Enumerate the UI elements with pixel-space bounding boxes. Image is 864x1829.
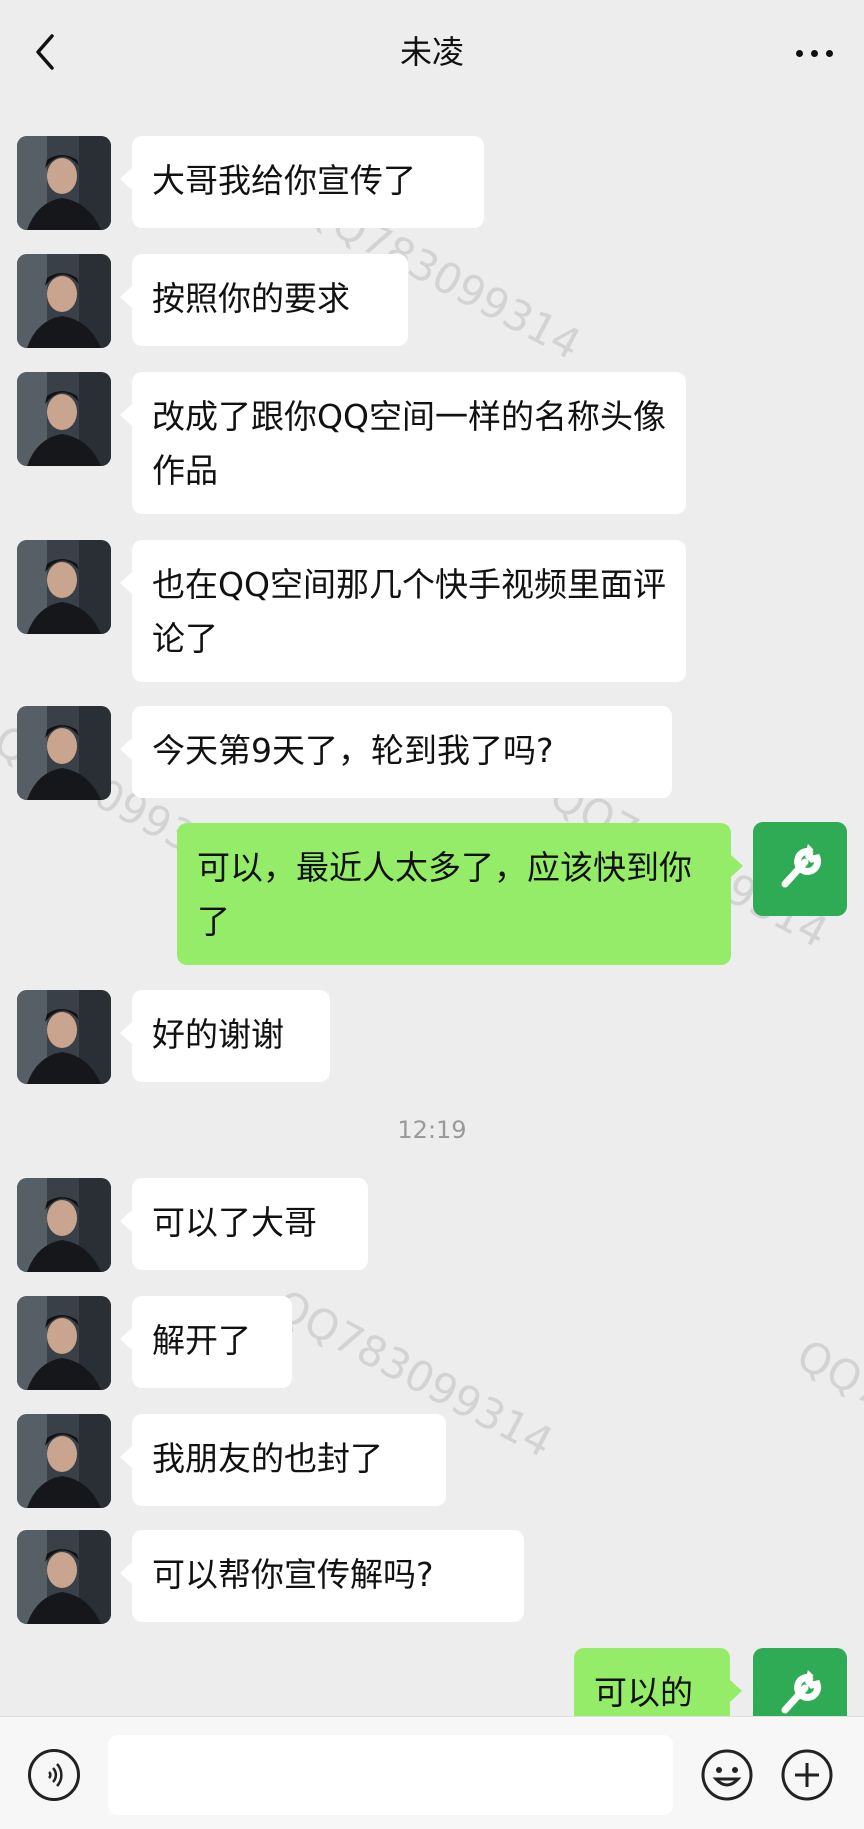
message-text: 大哥我给你宣传了	[152, 161, 416, 200]
message-bubble-incoming[interactable]: 好的谢谢	[120, 990, 330, 1082]
message-bubble-incoming[interactable]: 大哥我给你宣传了	[120, 136, 484, 228]
more-button[interactable]	[792, 36, 842, 70]
plus-button[interactable]	[779, 1747, 835, 1803]
voice-icon	[48, 1763, 63, 1787]
watermark: QQ783099314	[788, 1330, 864, 1518]
contact-avatar[interactable]	[17, 372, 111, 466]
my-avatar[interactable]	[753, 822, 847, 916]
message-bubble-incoming[interactable]: 可以了大哥	[120, 1178, 368, 1270]
wrench-icon	[781, 843, 822, 888]
contact-avatar[interactable]	[17, 1296, 111, 1390]
message-bubble-incoming[interactable]: 解开了	[120, 1296, 292, 1388]
contact-avatar[interactable]	[17, 540, 111, 634]
message-text: 可以帮你宣传解吗?	[152, 1555, 434, 1594]
contact-avatar[interactable]	[17, 706, 111, 800]
message-text: 改成了跟你QQ空间一样的名称头像作品	[152, 397, 666, 490]
more-dots-icon	[796, 50, 803, 57]
message-input[interactable]	[108, 1735, 673, 1815]
message-bubble-incoming[interactable]: 可以帮你宣传解吗?	[120, 1530, 524, 1622]
message-bubble-incoming[interactable]: 按照你的要求	[120, 254, 408, 346]
message-text: 好的谢谢	[152, 1015, 284, 1054]
message-bubble-incoming[interactable]: 也在QQ空间那几个快手视频里面评论了	[120, 540, 686, 682]
message-text: 可以的	[594, 1673, 693, 1712]
message-bubble-incoming[interactable]: 改成了跟你QQ空间一样的名称头像作品	[120, 372, 686, 514]
message-text: 可以，最近人太多了，应该快到你了	[197, 848, 692, 941]
contact-avatar[interactable]	[17, 990, 111, 1084]
chat-title: 未凌	[399, 33, 464, 71]
emoji-button[interactable]	[699, 1747, 755, 1803]
contact-avatar[interactable]	[17, 1414, 111, 1508]
plus-icon	[781, 1749, 833, 1801]
contact-avatar[interactable]	[17, 136, 111, 230]
contact-avatar[interactable]	[17, 1178, 111, 1272]
input-bar	[0, 1716, 864, 1829]
emoji-icon	[701, 1749, 753, 1801]
contact-avatar[interactable]	[17, 1530, 111, 1624]
message-text: 今天第9天了，轮到我了吗?	[152, 731, 554, 770]
message-text: 按照你的要求	[152, 279, 350, 318]
contact-avatar[interactable]	[17, 254, 111, 348]
message-timestamp: 12:19	[397, 1116, 467, 1144]
voice-button[interactable]	[28, 1749, 80, 1801]
message-text: 可以了大哥	[152, 1203, 317, 1242]
message-text: 我朋友的也封了	[152, 1439, 383, 1478]
message-bubble-outgoing[interactable]: 可以，最近人太多了，应该快到你了	[177, 823, 743, 965]
message-bubble-incoming[interactable]: 今天第9天了，轮到我了吗?	[120, 706, 672, 798]
message-bubble-incoming[interactable]: 我朋友的也封了	[120, 1414, 446, 1506]
chat-header: 未凌	[0, 0, 864, 104]
message-text: 解开了	[152, 1321, 251, 1360]
message-text: 也在QQ空间那几个快手视频里面评论了	[152, 565, 666, 658]
